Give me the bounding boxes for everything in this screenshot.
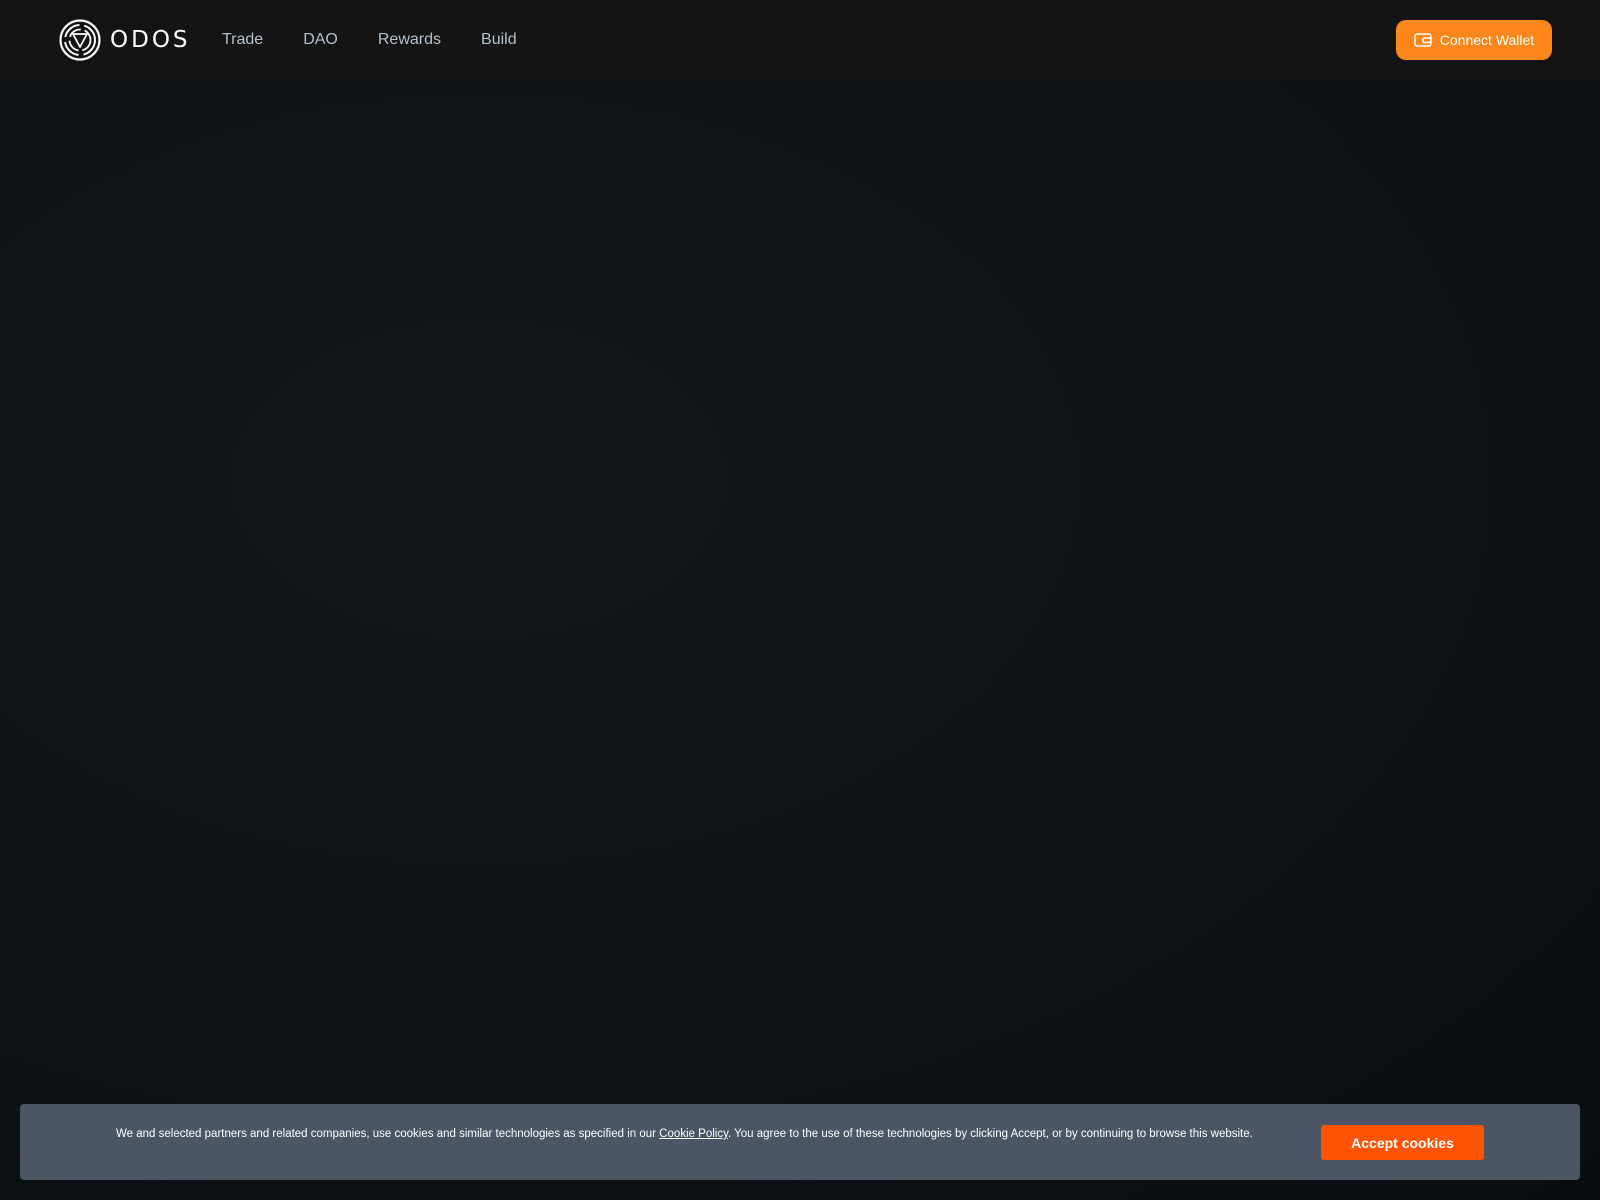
accept-cookies-button[interactable]: Accept cookies	[1321, 1125, 1484, 1160]
cookie-text-before: We and selected partners and related com…	[116, 1128, 660, 1140]
connect-wallet-label: Connect Wallet	[1439, 32, 1535, 48]
page: ODOS Trade DAO Rewards Build Connect Wal…	[0, 0, 1600, 1200]
nav-dao[interactable]: DAO	[303, 30, 338, 50]
connect-wallet-button[interactable]: Connect Wallet	[1396, 20, 1552, 60]
cookie-text-after: . You agree to the use of these technolo…	[727, 1128, 1253, 1140]
nav-build[interactable]: Build	[481, 30, 517, 50]
wallet-icon	[1413, 32, 1432, 48]
cookie-message: We and selected partners and related com…	[116, 1127, 1266, 1142]
nav-rewards[interactable]: Rewards	[378, 30, 441, 50]
odos-logo-icon	[59, 19, 101, 61]
top-navigation-bar: ODOS Trade DAO Rewards Build Connect Wal…	[0, 0, 1600, 80]
cookie-policy-link[interactable]: Cookie Policy	[659, 1128, 728, 1140]
nav-trade[interactable]: Trade	[222, 30, 263, 50]
main-nav: Trade DAO Rewards Build	[222, 0, 557, 80]
cookie-banner: We and selected partners and related com…	[20, 1104, 1580, 1180]
odos-logo[interactable]: ODOS	[59, 19, 191, 61]
brand-name: ODOS	[110, 27, 191, 53]
